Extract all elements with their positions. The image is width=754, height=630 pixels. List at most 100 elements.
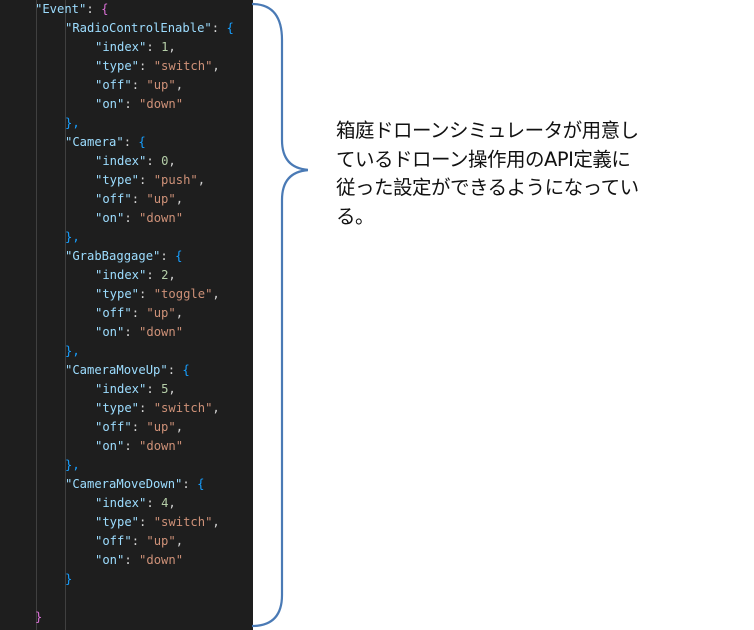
code-token: , (197, 173, 206, 187)
open-brace: { (138, 135, 146, 149)
json-key: "index" (95, 154, 147, 168)
code-line: "on": "down" (95, 437, 183, 456)
code-line-entry: "RadioControlEnable": { (65, 19, 234, 38)
code-token: : (182, 477, 198, 491)
code-line: "on": "down" (95, 551, 183, 570)
code-line-entry: "CameraMoveDown": { (65, 475, 204, 494)
close-brace: } (35, 610, 43, 624)
code-line: "off": "up", (95, 76, 183, 95)
code-token: : (146, 154, 162, 168)
json-key: "index" (95, 268, 147, 282)
json-key: "CameraMoveUp" (65, 363, 168, 377)
json-key: "off" (95, 534, 132, 548)
json-key: "index" (95, 40, 147, 54)
code-line: "on": "down" (95, 95, 183, 114)
code-token: , (175, 306, 184, 320)
json-key: "off" (95, 78, 132, 92)
code-token: , (168, 382, 176, 396)
code-token: , (175, 192, 184, 206)
json-key: "off" (95, 192, 132, 206)
indent-guide (65, 0, 66, 630)
code-line: "type": "switch", (95, 513, 220, 532)
code-line: "index": 5, (95, 380, 176, 399)
code-line-event: "Event": { (35, 0, 108, 19)
annotation-text: 箱庭ドローンシミュレータが用意し ているドローン操作用のAPI定義に 従った設定… (336, 117, 736, 231)
code-token: : (146, 496, 162, 510)
json-string: "down" (139, 97, 184, 111)
code-line: "type": "toggle", (95, 285, 220, 304)
code-token: : (146, 382, 162, 396)
code-line: "off": "up", (95, 304, 183, 323)
code-token: , (168, 40, 176, 54)
code-line: "off": "up", (95, 532, 183, 551)
code-token: , (212, 401, 220, 415)
code-editor[interactable]: "Event": {"RadioControlEnable": {"index"… (0, 0, 253, 630)
close-brace: }, (65, 344, 80, 358)
code-line: "type": "push", (95, 171, 205, 190)
code-token: : (123, 135, 139, 149)
json-string: "toggle" (153, 287, 213, 301)
json-string: "up" (146, 534, 176, 548)
code-token: : (131, 420, 147, 434)
code-token: , (212, 287, 220, 301)
json-string: "up" (146, 420, 176, 434)
code-line: "index": 2, (95, 266, 176, 285)
annotation-line: ているドローン操作用のAPI定義に (336, 147, 631, 171)
json-string: "switch" (153, 401, 213, 415)
code-line-entry: "CameraMoveUp": { (65, 361, 190, 380)
code-line: "type": "switch", (95, 399, 220, 418)
close-brace: }, (65, 116, 80, 130)
json-key: "on" (95, 553, 125, 567)
code-token: : (146, 40, 162, 54)
code-line: "off": "up", (95, 418, 183, 437)
code-line: }, (65, 228, 80, 247)
close-brace: } (65, 572, 73, 586)
open-brace: { (182, 363, 190, 377)
code-line: "index": 1, (95, 38, 176, 57)
json-key: "index" (95, 496, 147, 510)
json-key: "type" (95, 173, 140, 187)
json-string: "down" (139, 553, 184, 567)
json-string: "down" (139, 439, 184, 453)
json-key: "RadioControlEnable" (65, 21, 212, 35)
code-token: : (131, 306, 147, 320)
code-token: , (175, 78, 184, 92)
code-token: : (211, 21, 227, 35)
code-token: : (131, 78, 147, 92)
code-token: , (168, 154, 176, 168)
open-brace: { (175, 249, 183, 263)
annotation-line: る。 (336, 204, 375, 228)
code-line: "index": 0, (95, 152, 176, 171)
code-token: : (139, 59, 154, 73)
open-brace: { (101, 2, 109, 16)
code-token: : (139, 173, 154, 187)
code-token: , (175, 420, 184, 434)
json-string: "push" (153, 173, 198, 187)
code-token: : (139, 515, 154, 529)
code-token: : (160, 249, 176, 263)
json-string: "up" (146, 78, 176, 92)
json-string: "up" (146, 306, 176, 320)
json-string: "switch" (153, 59, 213, 73)
json-key: "GrabBaggage" (65, 249, 161, 263)
json-string: "up" (146, 192, 176, 206)
annotation-line: 箱庭ドローンシミュレータが用意し (336, 119, 639, 142)
code-line: "type": "switch", (95, 57, 220, 76)
code-line: }, (65, 114, 80, 133)
close-brace: }, (65, 230, 80, 244)
json-key: "off" (95, 420, 132, 434)
code-token: : (131, 192, 147, 206)
code-line: "off": "up", (95, 190, 183, 209)
json-key: "type" (95, 59, 140, 73)
json-key: "index" (95, 382, 147, 396)
code-token: : (124, 97, 140, 111)
json-key: "off" (95, 306, 132, 320)
code-token: : (86, 2, 102, 16)
code-token: : (139, 401, 154, 415)
code-line-event-end: } (35, 608, 42, 627)
json-string: "switch" (153, 515, 213, 529)
json-key: "Camera" (65, 135, 124, 149)
code-token: , (212, 515, 220, 529)
close-brace: }, (65, 458, 80, 472)
json-string: "down" (139, 325, 184, 339)
